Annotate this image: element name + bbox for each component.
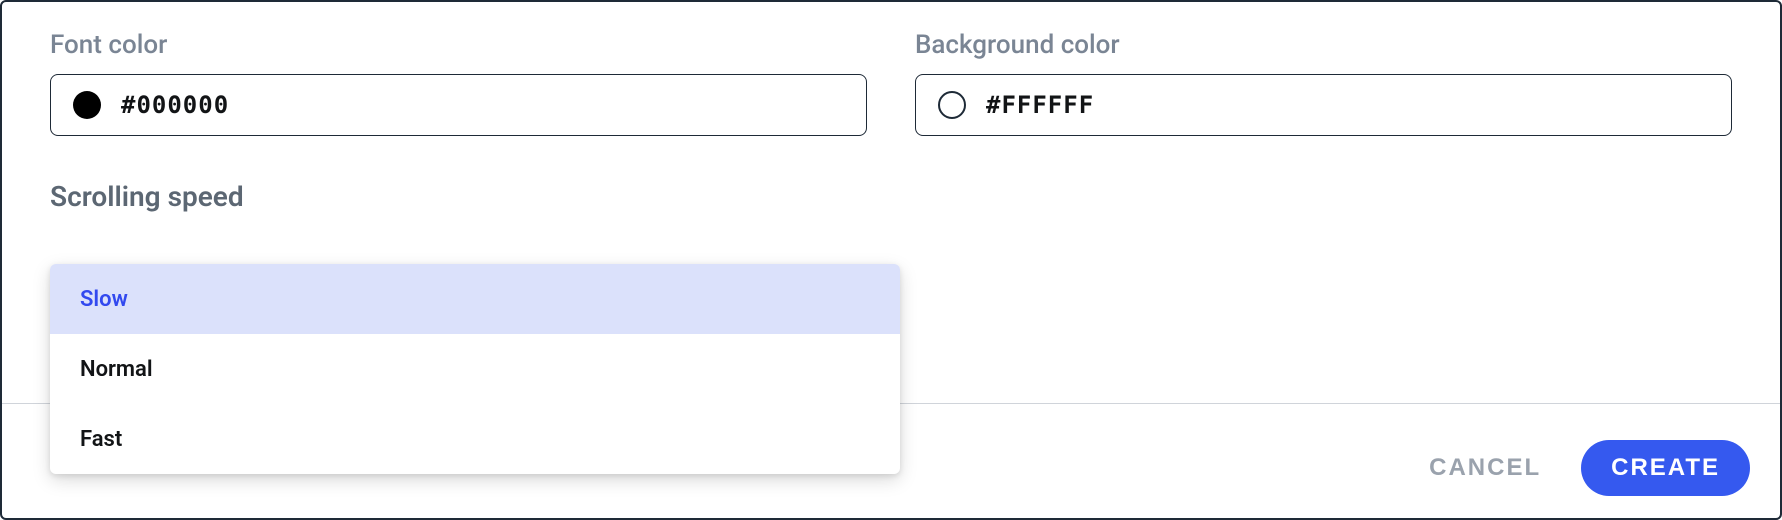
font-color-field: Font color #000000 [50, 30, 867, 136]
speed-option-slow[interactable]: Slow [50, 264, 900, 334]
footer-actions: CANCEL CREATE [1425, 440, 1750, 496]
font-color-input[interactable]: #000000 [50, 74, 867, 136]
background-color-value: #FFFFFF [986, 91, 1094, 119]
font-color-value: #000000 [121, 91, 229, 119]
settings-panel: Font color #000000 Background color #FFF… [0, 0, 1782, 520]
background-color-label: Background color [915, 30, 1732, 60]
font-color-label: Font color [50, 30, 867, 60]
speed-option-normal[interactable]: Normal [50, 334, 900, 404]
panel-content: Font color #000000 Background color #FFF… [2, 2, 1780, 231]
font-color-swatch-icon [73, 91, 101, 119]
create-button[interactable]: CREATE [1581, 440, 1750, 496]
speed-option-fast[interactable]: Fast [50, 404, 900, 474]
scrolling-speed-label: Scrolling speed [50, 180, 1732, 213]
color-row: Font color #000000 Background color #FFF… [50, 30, 1732, 136]
background-color-field: Background color #FFFFFF [915, 30, 1732, 136]
background-color-input[interactable]: #FFFFFF [915, 74, 1732, 136]
scrolling-speed-dropdown[interactable]: Slow Normal Fast [50, 264, 900, 474]
background-color-swatch-icon [938, 91, 966, 119]
cancel-button[interactable]: CANCEL [1425, 446, 1545, 490]
